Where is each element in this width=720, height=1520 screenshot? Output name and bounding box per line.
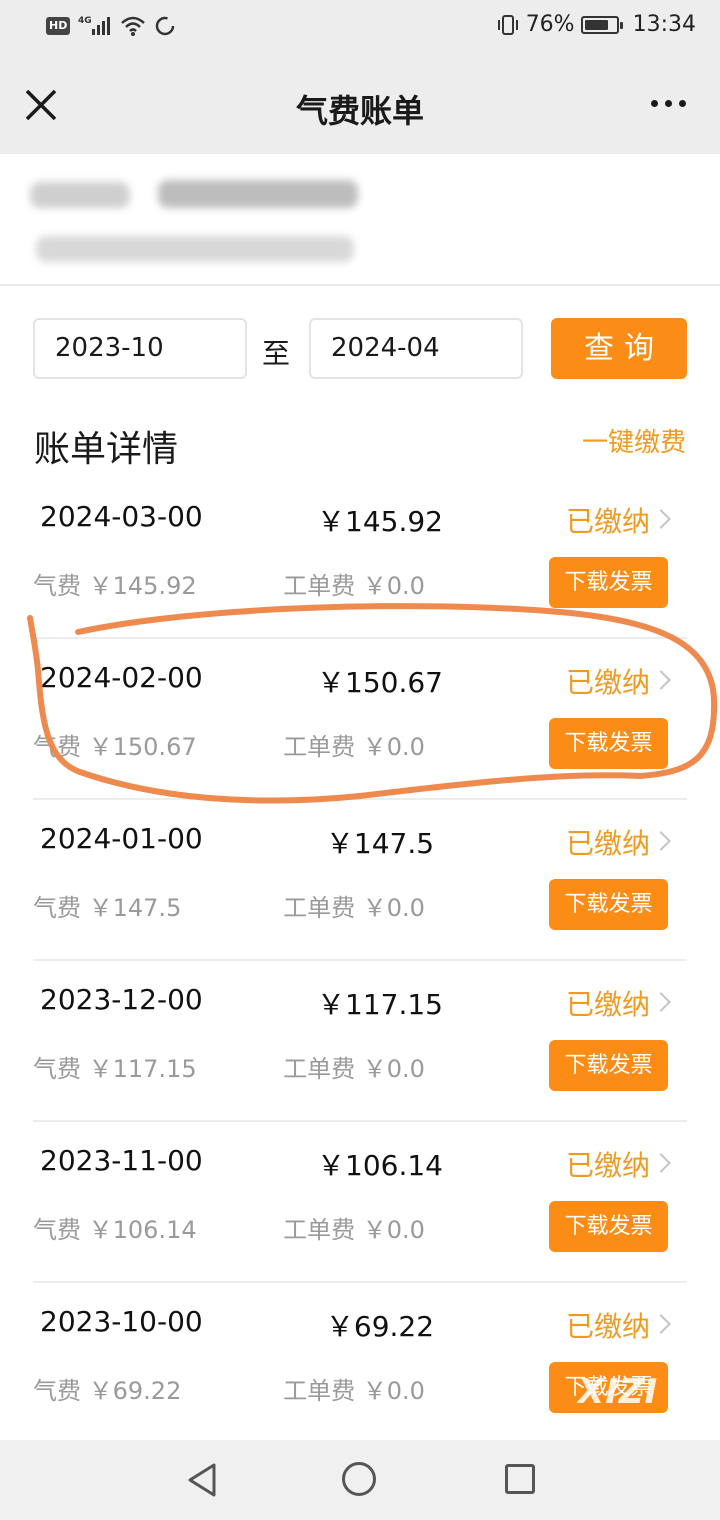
chevron-right-icon — [651, 509, 671, 529]
status-bar: HD 4G 76% 13:34 — [0, 0, 720, 56]
bill-list: 2024-03-00 ￥145.92 已缴纳 气费 ￥145.92 工单费 ￥0… — [0, 478, 720, 1444]
chevron-right-icon — [651, 831, 671, 851]
nav-bar: 气费账单 — [0, 56, 720, 154]
bill-date: 2023-10-00 — [40, 1305, 203, 1338]
bill-status: 已缴纳 — [565, 505, 650, 538]
start-date-input[interactable]: 2023-10 — [33, 318, 247, 379]
gas-fee: 气费 ￥69.22 — [33, 1377, 182, 1405]
bill-date: 2023-11-00 — [40, 1144, 203, 1177]
wifi-icon — [121, 16, 146, 36]
download-invoice-button[interactable]: 下载发票 — [549, 879, 668, 930]
date-separator: 至 — [262, 337, 291, 370]
sync-icon — [156, 16, 175, 36]
signal-icon: 4G — [78, 16, 111, 35]
chevron-right-icon — [651, 992, 671, 1012]
chevron-right-icon — [651, 670, 671, 690]
chevron-right-icon — [651, 1314, 671, 1334]
bill-row[interactable]: 2023-11-00 ￥106.14 已缴纳 气费 ￥106.14 工单费 ￥0… — [0, 1122, 720, 1283]
work-order-fee: 工单费 ￥0.0 — [283, 1216, 425, 1244]
date-query-row: 2023-10 至 2024-04 查询 — [0, 318, 720, 380]
gas-fee: 气费 ￥117.15 — [33, 1055, 197, 1083]
blurred-user-name — [30, 182, 130, 208]
bill-status: 已缴纳 — [565, 1310, 650, 1343]
bill-amount: ￥117.15 — [317, 988, 443, 1021]
work-order-fee: 工单费 ￥0.0 — [283, 733, 425, 761]
download-invoice-button[interactable]: 下载发票 — [549, 557, 668, 608]
bill-status: 已缴纳 — [565, 1149, 650, 1182]
bill-status: 已缴纳 — [565, 827, 650, 860]
download-invoice-button[interactable]: 下载发票 — [549, 1040, 668, 1091]
bill-amount: ￥145.92 — [317, 505, 443, 538]
gas-fee: 气费 ￥106.14 — [33, 1216, 197, 1244]
bill-amount: ￥150.67 — [317, 666, 443, 699]
svg-text:4G: 4G — [78, 16, 92, 26]
end-date-input[interactable]: 2024-04 — [309, 318, 523, 379]
blurred-user-id — [158, 180, 358, 208]
bill-status: 已缴纳 — [565, 666, 650, 699]
bill-date: 2024-01-00 — [40, 822, 203, 855]
query-button[interactable]: 查询 — [551, 318, 687, 379]
status-left: HD 4G — [46, 14, 176, 38]
more-dot — [679, 100, 686, 107]
user-info-panel — [0, 154, 720, 286]
work-order-fee: 工单费 ￥0.0 — [283, 894, 425, 922]
battery-percent: 76% — [525, 12, 575, 37]
bill-date: 2023-12-00 — [40, 983, 203, 1016]
gas-fee: 气费 ￥145.92 — [33, 572, 197, 600]
more-dot — [651, 100, 658, 107]
one-click-pay-link[interactable]: 一键缴费 — [582, 422, 686, 459]
more-icon[interactable] — [651, 100, 686, 107]
back-icon[interactable] — [186, 1462, 218, 1498]
watermark: XIZI — [578, 1372, 659, 1412]
chevron-right-icon — [651, 1153, 671, 1173]
bill-date: 2024-02-00 — [40, 661, 203, 694]
bill-row[interactable]: 2024-01-00 ￥147.5 已缴纳 气费 ￥147.5 工单费 ￥0.0… — [0, 800, 720, 961]
system-nav-bar — [0, 1440, 720, 1520]
gas-fee: 气费 ￥147.5 — [33, 894, 182, 922]
hd-badge: HD — [46, 17, 71, 35]
bill-status: 已缴纳 — [565, 988, 650, 1021]
battery-icon — [580, 15, 623, 34]
bill-row[interactable]: 2023-12-00 ￥117.15 已缴纳 气费 ￥117.15 工单费 ￥0… — [0, 961, 720, 1122]
home-icon[interactable] — [342, 1462, 376, 1496]
blurred-user-address — [36, 236, 354, 262]
download-invoice-button[interactable]: 下载发票 — [549, 1201, 668, 1252]
status-right: 76% 13:34 — [496, 12, 696, 37]
page-title: 气费账单 — [295, 92, 424, 130]
bill-amount: ￥69.22 — [325, 1310, 435, 1343]
bill-date: 2024-03-00 — [40, 500, 203, 533]
vibrate-icon — [497, 14, 518, 35]
battery-fill — [584, 19, 608, 30]
work-order-fee: 工单费 ￥0.0 — [283, 1055, 425, 1083]
bill-row[interactable]: 2024-02-00 ￥150.67 已缴纳 气费 ￥150.67 工单费 ￥0… — [0, 639, 720, 800]
download-invoice-button[interactable]: 下载发票 — [549, 718, 668, 769]
more-dot — [665, 100, 672, 107]
recent-apps-icon[interactable] — [505, 1464, 535, 1494]
gas-fee: 气费 ￥150.67 — [33, 733, 197, 761]
bill-amount: ￥147.5 — [325, 827, 435, 860]
bill-row[interactable]: 2024-03-00 ￥145.92 已缴纳 气费 ￥145.92 工单费 ￥0… — [0, 478, 720, 639]
bill-amount: ￥106.14 — [317, 1149, 443, 1182]
clock: 13:34 — [632, 12, 696, 37]
bill-row[interactable]: 2023-10-00 ￥69.22 已缴纳 气费 ￥69.22 工单费 ￥0.0… — [0, 1283, 720, 1444]
work-order-fee: 工单费 ￥0.0 — [283, 1377, 425, 1405]
section-title: 账单详情 — [34, 429, 179, 470]
work-order-fee: 工单费 ￥0.0 — [283, 572, 425, 600]
